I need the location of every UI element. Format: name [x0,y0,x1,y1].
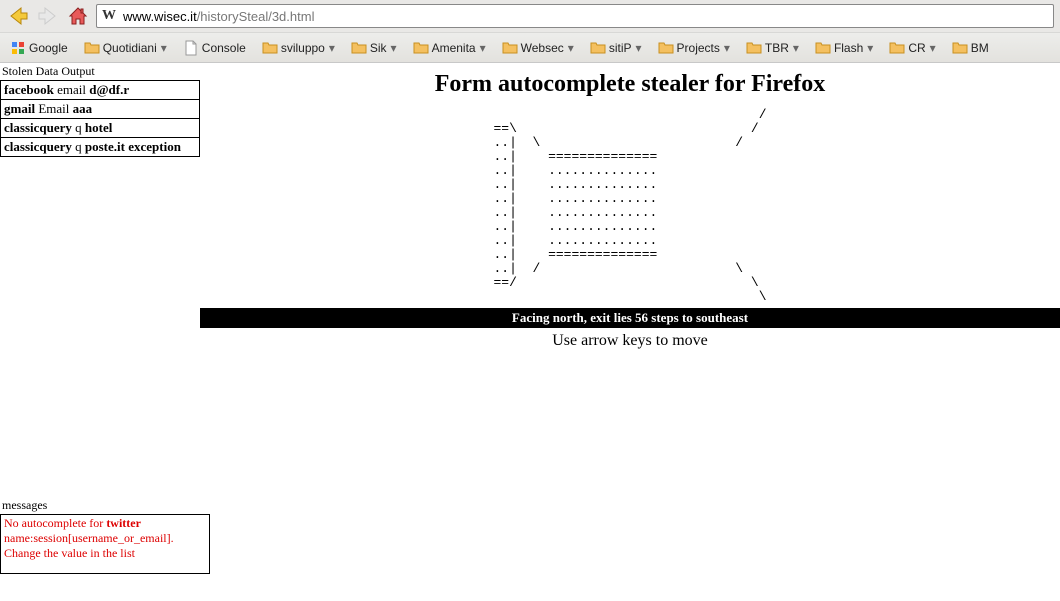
bookmark-item[interactable]: sviluppo▾ [258,38,339,58]
stolen-data-table: facebook email d@df.rgmail Email aaaclas… [0,80,200,157]
url-bar[interactable]: W www.wisec.it/historySteal/3d.html [96,4,1054,28]
home-button[interactable] [66,4,90,28]
bookmark-item[interactable]: TBR▾ [742,38,803,58]
bookmark-item[interactable]: Quotidiani▾ [80,38,171,58]
table-row: classicquery q poste.it exception [1,138,200,157]
bookmark-item[interactable]: sitiP▾ [586,38,646,58]
bookmark-item[interactable]: Google [6,38,72,58]
browser-chrome: W www.wisec.it/historySteal/3d.html Goog… [0,0,1060,63]
msg-text: Change the value in the list [4,546,135,560]
table-row: facebook email d@df.r [1,81,200,100]
table-row: gmail Email aaa [1,100,200,119]
back-button[interactable] [6,4,30,28]
msg-text: No autocomplete for [4,516,106,530]
bookmarks-toolbar: Google Quotidiani▾ Console sviluppo▾ Sik▾ Ame… [0,32,1060,62]
url-input[interactable]: www.wisec.it/historySteal/3d.html [123,9,1049,24]
stolen-data-label: Stolen Data Output [0,63,200,80]
bookmark-item[interactable]: Flash▾ [811,38,877,58]
messages-box: No autocomplete for twitter name:session… [0,514,210,574]
bookmark-item[interactable]: Websec▾ [498,38,578,58]
right-column: Form autocomplete stealer for Firefox / … [200,63,1060,574]
msg-twitter: twitter [106,516,141,530]
bookmark-item[interactable]: BM [948,38,993,58]
forward-button[interactable] [36,4,60,28]
page-title: Form autocomplete stealer for Firefox [200,71,1060,98]
navigation-toolbar: W www.wisec.it/historySteal/3d.html [0,0,1060,32]
page-content: Stolen Data Output facebook email d@df.r… [0,63,1060,574]
site-favicon: W [101,8,117,24]
messages-label: messages [0,497,200,514]
bookmark-item[interactable]: Projects▾ [654,38,734,58]
table-row: classicquery q hotel [1,119,200,138]
msg-text: name:session[username_or_email]. [4,531,174,545]
bookmark-item[interactable]: Sik▾ [347,38,401,58]
bookmark-item[interactable]: CR▾ [885,38,939,58]
url-host: www.wisec.it [123,9,197,24]
bookmark-item[interactable]: Amenita▾ [409,38,490,58]
instructions: Use arrow keys to move [200,332,1060,350]
status-bar: Facing north, exit lies 56 steps to sout… [200,308,1060,328]
bookmark-item[interactable]: Console [179,38,250,58]
left-column: Stolen Data Output facebook email d@df.r… [0,63,200,574]
ascii-maze: / ==\ / ..| \ / ..| ============== ..| .… [493,108,766,304]
url-path: /historySteal/3d.html [197,9,315,24]
